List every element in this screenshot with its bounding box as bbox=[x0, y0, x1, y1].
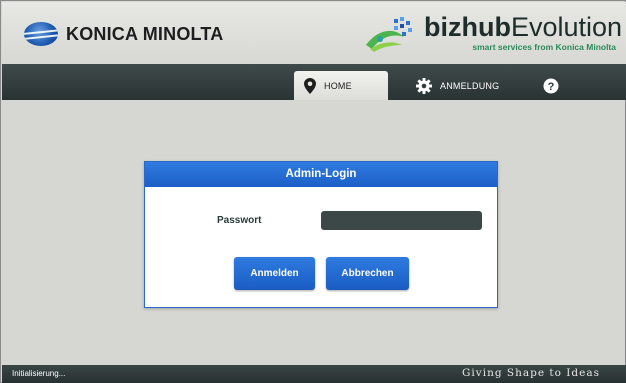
gear-icon bbox=[416, 77, 432, 94]
app-window: KONICA MINOLTA bizhubEvolution smart ser… bbox=[0, 0, 626, 383]
bizhub-evolution-logo: bizhubEvolution smart services from Koni… bbox=[364, 12, 622, 56]
password-label: Passwort bbox=[217, 215, 262, 226]
bizhub-swoosh-icon bbox=[366, 17, 412, 52]
password-field[interactable] bbox=[321, 211, 482, 230]
tab-home[interactable]: HOME bbox=[294, 71, 388, 100]
admin-login-dialog: Admin-Login Passwort Anmelden Abbrechen bbox=[144, 161, 498, 308]
status-text: Initialisierung... bbox=[12, 369, 66, 378]
product-name-light: Evolution bbox=[510, 12, 623, 42]
product-name-bold: bizhub bbox=[424, 12, 511, 42]
brand-slogan: Giving Shape to Ideas bbox=[462, 367, 600, 379]
konica-minolta-logo: KONICA MINOLTA bbox=[24, 22, 223, 46]
login-button[interactable]: Anmelden bbox=[234, 257, 315, 290]
cancel-button[interactable]: Abbrechen bbox=[326, 257, 409, 290]
product-tagline: smart services from Konica Minolta bbox=[472, 42, 616, 52]
location-pin-icon bbox=[304, 77, 316, 94]
product-name: bizhubEvolution bbox=[424, 12, 622, 42]
tab-anmeldung[interactable]: ANMELDUNG bbox=[416, 71, 526, 100]
svg-text:?: ? bbox=[548, 81, 555, 93]
dialog-title: Admin-Login bbox=[145, 162, 497, 187]
help-icon: ? bbox=[543, 78, 559, 94]
navigation-bar: HOME ANMELDUNG ? bbox=[2, 64, 626, 100]
brand-name: KONICA MINOLTA bbox=[66, 23, 224, 44]
tab-anmeldung-label: ANMELDUNG bbox=[440, 80, 500, 91]
konica-globe-icon bbox=[24, 22, 58, 46]
help-button[interactable]: ? bbox=[543, 71, 563, 100]
status-bar: Initialisierung... Giving Shape to Ideas bbox=[2, 365, 626, 383]
tab-home-label: HOME bbox=[324, 80, 352, 91]
header: KONICA MINOLTA bizhubEvolution smart ser… bbox=[2, 2, 626, 64]
